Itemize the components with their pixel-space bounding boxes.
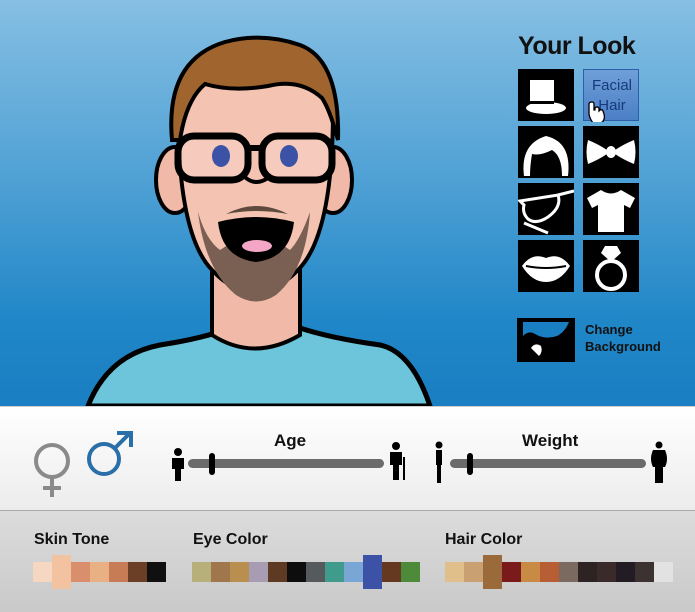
hair-swatch[interactable]: [597, 562, 616, 582]
skin-swatch[interactable]: [109, 562, 128, 582]
skin-swatch[interactable]: [71, 562, 90, 582]
category-ring-button[interactable]: [583, 240, 639, 292]
category-hair-button[interactable]: [518, 126, 574, 178]
lips-icon: [522, 256, 570, 282]
avatar-stage: Your Look Facial Hair Change Background: [0, 0, 695, 406]
age-slider-thumb[interactable]: [208, 453, 215, 475]
hair-swatch[interactable]: [445, 562, 464, 582]
eye-swatch[interactable]: [230, 562, 249, 582]
female-symbol-icon[interactable]: [30, 441, 74, 501]
hair-swatch[interactable]: [559, 562, 578, 582]
landscape-icon: [517, 318, 575, 362]
hair-swatch[interactable]: [464, 562, 483, 582]
hair-swatch[interactable]: [616, 562, 635, 582]
eye-color-swatches: [192, 555, 420, 589]
category-hat-button[interactable]: [518, 69, 574, 121]
heavy-person-icon: [651, 441, 667, 483]
your-look-title: Your Look: [518, 32, 636, 60]
eye-swatch[interactable]: [211, 562, 230, 582]
child-icon: [172, 448, 184, 481]
skin-swatch[interactable]: [128, 562, 147, 582]
hair-swatch[interactable]: [502, 562, 521, 582]
thin-person-icon: [435, 441, 443, 483]
avatar-creator: Your Look Facial Hair Change Background …: [0, 0, 695, 612]
category-lips-button[interactable]: [518, 240, 574, 292]
skin-tone-label: Skin Tone: [34, 531, 110, 548]
hair-swatch[interactable]: [578, 562, 597, 582]
eye-swatch[interactable]: [306, 562, 325, 582]
top-hat-icon: [526, 80, 566, 114]
change-background-button[interactable]: Change Background: [517, 318, 667, 362]
eye-swatch[interactable]: [192, 562, 211, 582]
eye-swatch[interactable]: [287, 562, 306, 582]
hair-swatch[interactable]: [540, 562, 559, 582]
eye-color-label: Eye Color: [193, 531, 268, 548]
hair-icon: [523, 136, 569, 176]
ring-icon: [595, 246, 627, 291]
eye-swatch[interactable]: [382, 562, 401, 582]
skin-swatch[interactable]: [147, 562, 166, 582]
hair-swatch[interactable]: [635, 562, 654, 582]
color-palettes: Skin Tone Eye Color Hair Color: [0, 510, 695, 612]
pointer-hand-icon: [588, 101, 606, 122]
age-label: Age: [274, 431, 307, 450]
hair-color-label: Hair Color: [445, 531, 523, 548]
hair-swatch-selected[interactable]: [483, 555, 502, 589]
eye-swatch[interactable]: [401, 562, 420, 582]
bow-tie-icon: [586, 140, 636, 164]
eye-swatch-selected[interactable]: [363, 555, 382, 589]
elder-icon: [390, 442, 405, 480]
avatar-eye-left: [212, 145, 230, 167]
skin-swatch[interactable]: [33, 562, 52, 582]
weight-slider-thumb[interactable]: [466, 453, 473, 475]
category-shirt-button[interactable]: [583, 183, 639, 235]
change-background-label: Change Background: [585, 322, 661, 354]
hair-swatch[interactable]: [654, 562, 673, 582]
skin-tone-swatches: [33, 555, 166, 589]
t-shirt-icon: [587, 190, 635, 232]
category-bow-tie-button[interactable]: [583, 126, 639, 178]
hair-swatch[interactable]: [521, 562, 540, 582]
eye-swatch[interactable]: [268, 562, 287, 582]
eye-swatch[interactable]: [249, 562, 268, 582]
avatar-eye-right: [280, 145, 298, 167]
weight-slider-track[interactable]: [450, 459, 646, 468]
body-controls: Age Weight: [0, 406, 695, 511]
category-glasses-button[interactable]: [518, 183, 574, 235]
eye-swatch[interactable]: [325, 562, 344, 582]
category-facial-hair-button[interactable]: Facial Hair: [583, 69, 639, 122]
skin-swatch[interactable]: [90, 562, 109, 582]
avatar-tongue: [242, 240, 272, 252]
skin-swatch-selected[interactable]: [52, 555, 71, 589]
age-slider-track[interactable]: [188, 459, 384, 468]
glasses-icon: [518, 189, 574, 235]
weight-label: Weight: [522, 431, 579, 450]
eye-swatch[interactable]: [344, 562, 363, 582]
hair-color-swatches: [445, 555, 673, 589]
male-symbol-icon[interactable]: [84, 429, 134, 479]
